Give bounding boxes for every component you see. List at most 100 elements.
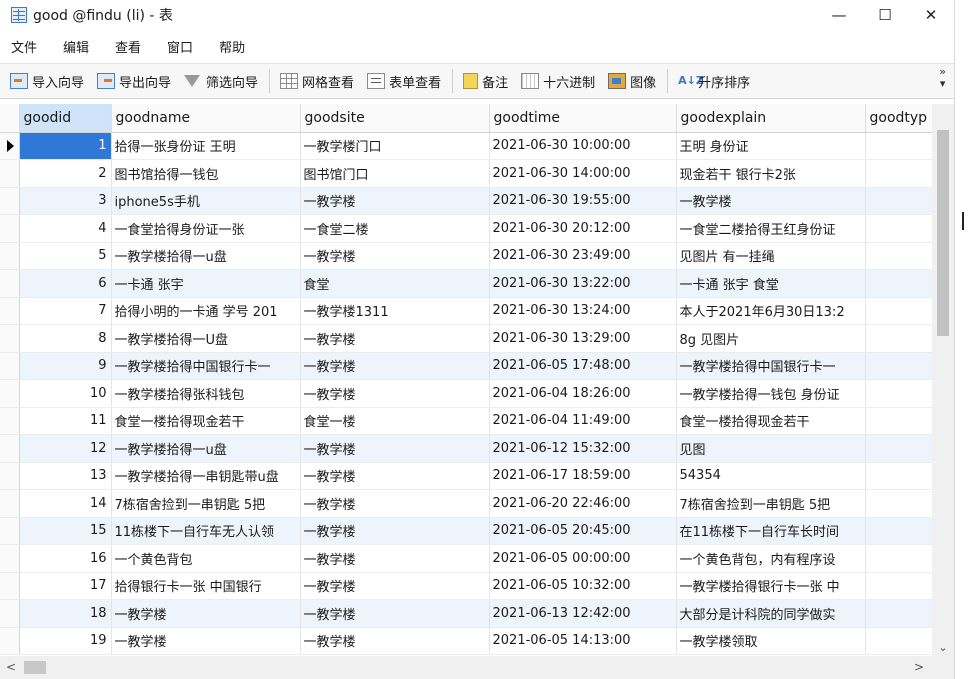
cell-goodname[interactable]: 7栋宿舍捡到一串钥匙 5把 [111, 489, 301, 518]
cell-goodexplain[interactable]: 大部分是计科院的同学做实 [676, 599, 866, 628]
row-marker[interactable] [0, 627, 20, 655]
cell-goodexplain[interactable]: 一教学楼拾得中国银行卡一 [676, 352, 866, 380]
cell-goodtype[interactable] [865, 627, 932, 655]
cell-goodid[interactable]: 11 [19, 407, 112, 435]
menu-view[interactable]: 查看 [106, 37, 154, 56]
cell-goodid[interactable]: 4 [19, 214, 112, 243]
cell-goodtime[interactable]: 2021-06-30 14:00:00 [489, 159, 677, 188]
cell-goodsite[interactable]: 一教学楼 [300, 572, 490, 600]
table-row[interactable]: 18 一教学楼 一教学楼 2021-06-13 12:42:00 大部分是计科院的同学做… [0, 599, 932, 628]
row-marker[interactable] [0, 599, 20, 628]
cell-goodtype[interactable] [865, 434, 932, 463]
table-row[interactable]: 1 拾得一张身份证 王明 一教学楼门口 2021-06-30 10:00:00 王明 身… [0, 132, 932, 160]
column-header-goodid[interactable]: goodid [19, 104, 112, 133]
cell-goodname[interactable]: 一教学楼拾得张科钱包 [111, 379, 301, 408]
table-row[interactable]: 4 一食堂拾得身份证一张 一食堂二楼 2021-06-30 20:12:00 一食堂二楼… [0, 214, 932, 243]
cell-goodtype[interactable] [865, 214, 932, 243]
cell-goodtype[interactable] [865, 462, 932, 490]
cell-goodtype[interactable] [865, 572, 932, 600]
cell-goodid[interactable]: 9 [19, 352, 112, 380]
table-row[interactable]: 19 一教学楼 一教学楼 2021-06-05 14:13:00 一教学楼领取 [0, 627, 932, 655]
row-marker[interactable] [0, 242, 20, 270]
row-marker[interactable] [0, 187, 20, 215]
cell-goodname[interactable]: iphone5s手机 [111, 187, 301, 215]
import-wizard-button[interactable]: 导入向导 [6, 67, 88, 95]
table-row[interactable]: 15 11栋楼下一自行车无人认领 一教学楼 2021-06-05 20:45:00 在1… [0, 517, 932, 545]
cell-goodname[interactable]: 食堂一楼拾得现金若干 [111, 407, 301, 435]
cell-goodname[interactable]: 11栋楼下一自行车无人认领 [111, 517, 301, 545]
horizontal-scrollbar[interactable]: < > [0, 656, 954, 679]
cell-goodid[interactable]: 1 [19, 132, 112, 160]
table-row[interactable]: 16 一个黄色背包 一教学楼 2021-06-05 00:00:00 一个黄色背包，内有… [0, 544, 932, 573]
hex-button[interactable]: 十六进制 [517, 67, 599, 95]
cell-goodexplain[interactable]: 见图片 有一挂绳 [676, 242, 866, 270]
row-marker[interactable] [0, 544, 20, 573]
cell-goodtype[interactable] [865, 489, 932, 518]
cell-goodexplain[interactable]: 一教学楼领取 [676, 627, 866, 655]
filter-wizard-button[interactable]: 筛选向导 [180, 67, 262, 95]
cell-goodid[interactable]: 5 [19, 242, 112, 270]
cell-goodtime[interactable]: 2021-06-30 13:22:00 [489, 269, 677, 298]
cell-goodname[interactable]: 图书馆拾得一钱包 [111, 159, 301, 188]
cell-goodtype[interactable] [865, 544, 932, 573]
cell-goodsite[interactable]: 一教学楼 [300, 517, 490, 545]
cell-goodname[interactable]: 一教学楼拾得一U盘 [111, 324, 301, 353]
cell-goodsite[interactable]: 一教学楼 [300, 544, 490, 573]
row-marker[interactable] [0, 517, 20, 545]
cell-goodsite[interactable]: 一教学楼 [300, 242, 490, 270]
cell-goodid[interactable]: 14 [19, 489, 112, 518]
column-header-goodtime[interactable]: goodtime [489, 104, 677, 133]
cell-goodtype[interactable] [865, 517, 932, 545]
cell-goodsite[interactable]: 一教学楼 [300, 187, 490, 215]
cell-goodtype[interactable] [865, 242, 932, 270]
row-marker[interactable] [0, 269, 20, 298]
column-header-goodexplain[interactable]: goodexplain [676, 104, 866, 133]
cell-goodexplain[interactable]: 本人于2021年6月30日13:2 [676, 297, 866, 325]
row-marker[interactable] [0, 132, 20, 160]
column-header-goodsite[interactable]: goodsite [300, 104, 490, 133]
cell-goodsite[interactable]: 一教学楼 [300, 489, 490, 518]
cell-goodname[interactable]: 拾得一张身份证 王明 [111, 132, 301, 160]
column-header-goodname[interactable]: goodname [111, 104, 301, 133]
cell-goodname[interactable]: 拾得银行卡一张 中国银行 [111, 572, 301, 600]
cell-goodname[interactable]: 一教学楼 [111, 627, 301, 655]
cell-goodtime[interactable]: 2021-06-05 00:00:00 [489, 544, 677, 573]
row-marker[interactable] [0, 489, 20, 518]
table-row[interactable]: 6 一卡通 张宇 食堂 2021-06-30 13:22:00 一卡通 张宇 食堂 [0, 269, 932, 298]
horizontal-scroll-thumb[interactable] [24, 661, 46, 674]
row-marker[interactable] [0, 159, 20, 188]
cell-goodsite[interactable]: 食堂一楼 [300, 407, 490, 435]
cell-goodexplain[interactable]: 54354 [676, 462, 866, 490]
cell-goodtime[interactable]: 2021-06-17 18:59:00 [489, 462, 677, 490]
cell-goodid[interactable]: 6 [19, 269, 112, 298]
scroll-right-icon[interactable]: > [914, 660, 924, 674]
row-marker[interactable] [0, 297, 20, 325]
cell-goodtime[interactable]: 2021-06-30 13:24:00 [489, 297, 677, 325]
cell-goodname[interactable]: 一食堂拾得身份证一张 [111, 214, 301, 243]
cell-goodname[interactable]: 一个黄色背包 [111, 544, 301, 573]
sort-ascending-button[interactable]: A↓Z 升序排序 [674, 67, 754, 95]
cell-goodid[interactable]: 3 [19, 187, 112, 215]
note-button[interactable]: 备注 [459, 67, 512, 95]
menu-help[interactable]: 帮助 [210, 37, 258, 56]
cell-goodname[interactable]: 一卡通 张宇 [111, 269, 301, 298]
cell-goodtime[interactable]: 2021-06-20 22:46:00 [489, 489, 677, 518]
cell-goodexplain[interactable]: 现金若干 银行卡2张 [676, 159, 866, 188]
minimize-button[interactable]: — [816, 0, 862, 30]
row-marker[interactable] [0, 572, 20, 600]
cell-goodtype[interactable] [865, 379, 932, 408]
vertical-scrollbar[interactable]: ⌄ [932, 104, 954, 656]
table-row[interactable]: 8 一教学楼拾得一U盘 一教学楼 2021-06-30 13:29:00 8g 见图片 [0, 324, 932, 353]
row-marker[interactable] [0, 324, 20, 353]
cell-goodsite[interactable]: 图书馆门口 [300, 159, 490, 188]
cell-goodsite[interactable]: 一教学楼1311 [300, 297, 490, 325]
cell-goodtype[interactable] [865, 407, 932, 435]
cell-goodtype[interactable] [865, 599, 932, 628]
cell-goodname[interactable]: 一教学楼拾得一u盘 [111, 242, 301, 270]
vertical-scroll-thumb[interactable] [937, 130, 949, 336]
cell-goodexplain[interactable]: 见图 [676, 434, 866, 463]
table-row[interactable]: 10 一教学楼拾得张科钱包 一教学楼 2021-06-04 18:26:00 一教学楼拾… [0, 379, 932, 408]
cell-goodid[interactable]: 17 [19, 572, 112, 600]
cell-goodexplain[interactable]: 一教学楼拾得银行卡一张 中 [676, 572, 866, 600]
table-row[interactable]: 5 一教学楼拾得一u盘 一教学楼 2021-06-30 23:49:00 见图片 有一挂… [0, 242, 932, 270]
